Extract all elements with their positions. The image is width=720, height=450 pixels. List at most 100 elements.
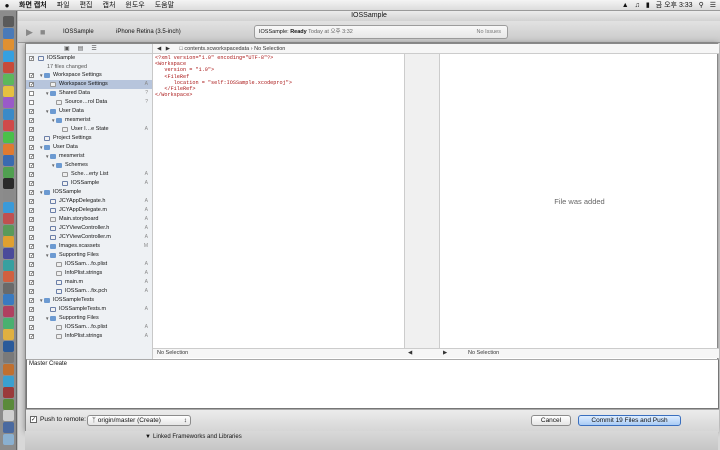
disclosure-icon[interactable]: ▼ [39, 143, 43, 152]
file-row[interactable]: ✓ JCYAppDelegate.h A [26, 197, 152, 206]
file-checkbox[interactable]: ✓ [29, 73, 34, 79]
stop-icon[interactable]: ■ [40, 21, 45, 43]
dock-app-icon[interactable] [3, 340, 14, 352]
cancel-button[interactable]: Cancel [531, 415, 571, 426]
file-row[interactable]: ✓ JCYViewController.h A [26, 224, 152, 233]
project-root[interactable]: ✓ IOSSample [26, 54, 152, 63]
disclosure-icon[interactable]: ▼ [45, 251, 49, 260]
menu-capture[interactable]: 캡처 [98, 0, 121, 10]
dock-app-icon[interactable] [3, 329, 14, 341]
list-view-icon[interactable]: ☰ [91, 45, 96, 52]
list-icon[interactable]: ☰ [710, 1, 716, 9]
dock-app-icon[interactable] [3, 132, 14, 143]
file-checkbox[interactable]: ✓ [29, 325, 34, 331]
volume-icon[interactable]: ♫ [635, 2, 640, 9]
file-checkbox[interactable]: ✓ [29, 316, 34, 322]
dock-app-icon[interactable] [3, 422, 14, 433]
dock-app-icon[interactable] [3, 143, 14, 155]
menu-app[interactable]: 화면 캡처 [14, 0, 52, 10]
file-row[interactable]: ✓ Sche…erty List A [26, 170, 152, 179]
file-checkbox[interactable]: ✓ [29, 181, 34, 187]
commit-and-push-button[interactable]: Commit 19 Files and Push [578, 415, 681, 426]
file-checkbox[interactable]: ✓ [29, 82, 34, 88]
file-view-icon[interactable]: ▤ [78, 45, 84, 52]
file-row[interactable]: ✓ main.m A [26, 278, 152, 287]
disclosure-icon[interactable]: ▼ [45, 89, 49, 98]
file-checkbox[interactable]: ✓ [29, 208, 34, 214]
dock-app-icon[interactable] [3, 62, 14, 74]
menu-help[interactable]: 도움말 [150, 0, 179, 10]
file-checkbox[interactable]: ✓ [29, 289, 34, 295]
file-checkbox[interactable]: ✓ [29, 136, 34, 142]
file-checkbox[interactable]: ✓ [29, 253, 34, 259]
dock-app-icon[interactable] [3, 398, 14, 410]
dock-app-icon[interactable] [3, 306, 14, 317]
apple-icon[interactable]: ● [0, 1, 14, 10]
disclosure-icon[interactable]: ▼ [51, 161, 55, 170]
disclosure-icon[interactable]: ▼ [39, 296, 43, 305]
file-checkbox[interactable] [29, 100, 34, 105]
commit-message-field[interactable] [26, 359, 719, 409]
file-row[interactable]: Source…rol Data? [26, 98, 152, 107]
file-row[interactable]: ✓ IOSSam…fix.pch A [26, 287, 152, 296]
dock-app-icon[interactable] [3, 50, 14, 62]
dock-app-icon[interactable] [3, 282, 14, 294]
file-checkbox[interactable]: ✓ [29, 235, 34, 241]
file-row[interactable]: ✓ ▼ Images.xcassets M [26, 242, 152, 251]
file-checkbox[interactable]: ✓ [29, 307, 34, 313]
disclosure-icon[interactable]: ▼ [45, 314, 49, 323]
dock-app-icon[interactable] [3, 271, 14, 283]
disclosure-icon[interactable]: ▼ [145, 433, 151, 441]
battery-icon[interactable]: ▮ [646, 1, 650, 9]
file-checkbox[interactable]: ✓ [29, 244, 34, 250]
menu-edit[interactable]: 편집 [75, 0, 98, 10]
file-checkbox[interactable]: ✓ [29, 118, 34, 124]
file-row[interactable]: ✓ IOSSam…fo.plist A [26, 260, 152, 269]
dock-app-icon[interactable] [3, 236, 14, 248]
dock-app-icon[interactable] [3, 294, 14, 306]
disclosure-icon[interactable]: ▼ [45, 152, 49, 161]
scheme-selector[interactable]: IOSSample [63, 21, 94, 43]
file-checkbox[interactable]: ✓ [29, 109, 34, 115]
code-editor[interactable]: <?xml version="1.0" encoding="UTF-8"?> <W… [153, 54, 405, 348]
file-checkbox[interactable]: ✓ [29, 334, 34, 340]
destination-selector[interactable]: iPhone Retina (3.5-inch) [116, 21, 181, 43]
path-file[interactable]: contents.xcworkspacedata [184, 46, 249, 52]
dock-app-icon[interactable] [3, 375, 14, 387]
disclosure-icon[interactable]: ▼ [45, 242, 49, 251]
file-checkbox[interactable]: ✓ [29, 280, 34, 286]
disclosure-icon[interactable]: ▼ [39, 71, 43, 80]
dock-app-icon[interactable] [3, 166, 14, 178]
file-row[interactable]: ✓ JCYAppDelegate.m A [26, 206, 152, 215]
file-row[interactable]: ✓ Main.storyboard A [26, 215, 152, 224]
file-checkbox[interactable] [29, 91, 34, 96]
forward-icon[interactable]: ▶ [166, 46, 170, 52]
dock-app-icon[interactable] [3, 120, 14, 132]
dock-app-icon[interactable] [3, 433, 14, 445]
bottom-arrow-right-icon[interactable]: ▶ [443, 349, 447, 358]
file-row[interactable]: ✓ IOSSam…fo.plist A [26, 323, 152, 332]
file-checkbox[interactable]: ✓ [29, 145, 34, 151]
dock-app-icon[interactable] [3, 201, 14, 213]
file-row[interactable]: ✓ User I…e State A [26, 125, 152, 134]
file-row[interactable]: ✓ ▼ User Data [26, 107, 152, 116]
project-checkbox[interactable]: ✓ [29, 56, 34, 62]
dock-app-icon[interactable] [3, 317, 14, 329]
disclosure-icon[interactable]: ▼ [51, 116, 55, 125]
dock-app-icon[interactable] [3, 178, 14, 190]
wifi-icon[interactable]: ▲ [622, 2, 629, 9]
push-checkbox[interactable]: ✓ [30, 416, 37, 423]
run-icon[interactable]: ▶ [26, 21, 33, 43]
file-row[interactable]: ✓ ▼ User Data [26, 143, 152, 152]
file-checkbox[interactable]: ✓ [29, 172, 34, 178]
file-row[interactable]: ✓ ▼ IOSSample [26, 188, 152, 197]
file-row[interactable]: ✓ IOSSample A [26, 179, 152, 188]
remote-select[interactable]: ᛉ origin/master (Create) ↕ [87, 415, 191, 426]
dock-app-icon[interactable] [3, 364, 14, 375]
dock-app-icon[interactable] [3, 259, 14, 271]
dock-app-icon[interactable] [3, 410, 14, 422]
file-checkbox[interactable]: ✓ [29, 190, 34, 196]
disclosure-icon[interactable]: ▼ [45, 107, 49, 116]
file-row[interactable]: ✓ ▼ Schemes [26, 161, 152, 170]
dock-app-icon[interactable] [3, 108, 14, 120]
